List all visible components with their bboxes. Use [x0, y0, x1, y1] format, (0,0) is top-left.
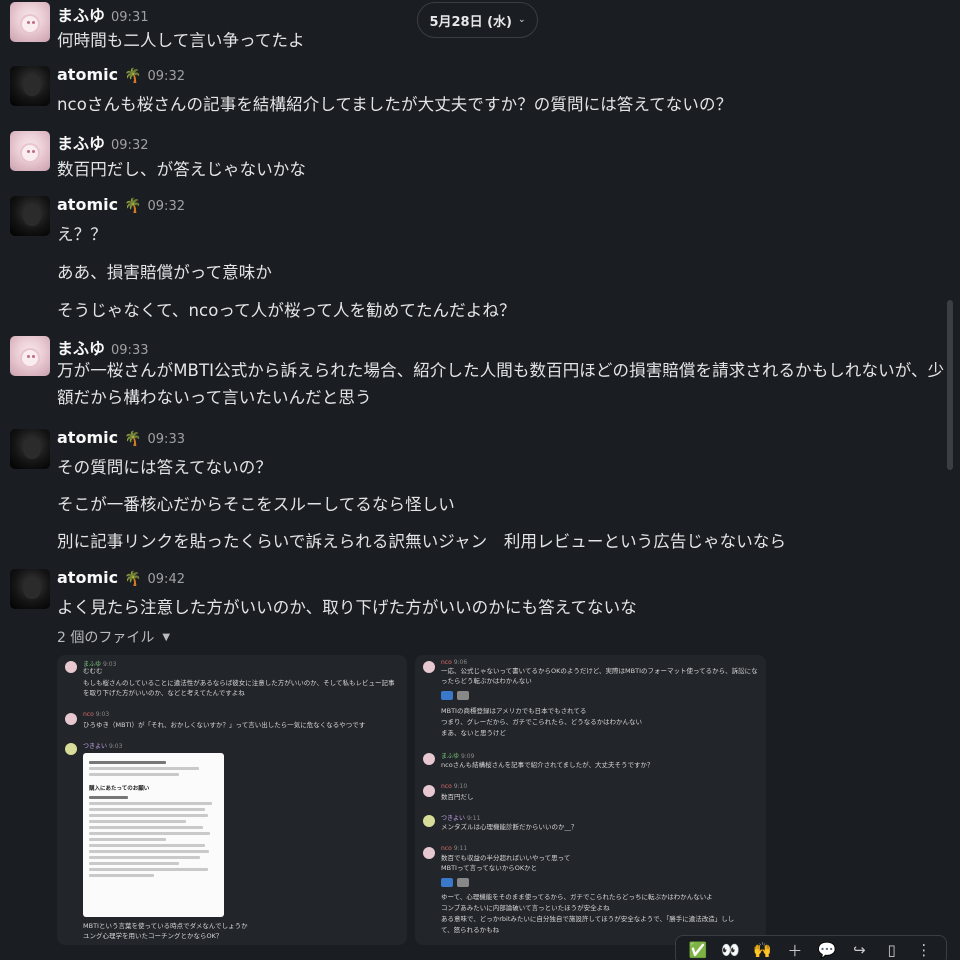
- share-icon[interactable]: ↪: [848, 941, 870, 959]
- raised-hands-react-icon[interactable]: 🙌: [752, 941, 774, 959]
- message-text: よく見たら注意した方がいいのか、取り下げた方がいいのかにも答えてないな: [57, 598, 637, 617]
- author-name[interactable]: atomic: [57, 195, 118, 214]
- message-text: その質問には答えてないの？: [57, 458, 272, 477]
- author-name[interactable]: まふゆ: [57, 335, 105, 359]
- attachment-text: ひろゆき（MBTI）が「それ、おかしくないすか？」って言い出したら一気に危なくな…: [83, 721, 366, 729]
- reply-thread-icon[interactable]: 💬: [816, 941, 838, 959]
- attachment-author: つきよい 9:11: [441, 815, 481, 822]
- message-group: まふゆ 09:32 数百円だし、が答えじゃないかな: [0, 127, 955, 187]
- caret-down-icon: ▼: [162, 631, 171, 643]
- author-name[interactable]: atomic: [57, 65, 118, 84]
- attachment-text: もしも桜さんのしていることに違法性があるならば彼女に注意した方がいいのか、そして…: [83, 679, 395, 687]
- attachment-text: ncoさんも結構桜さんを記事で紹介されてましたが、大丈夫そうですか？: [441, 761, 654, 769]
- message-group: まふゆ 09:33 万が一桜さんがMBTI公式から訴えられた場合、紹介した人間も…: [0, 332, 955, 417]
- palm-tree-icon: 🌴: [124, 198, 142, 214]
- message-group: atomic 🌴 09:42 よく見たら注意した方がいいのか、取り下げた方がいい…: [0, 565, 955, 625]
- timestamp[interactable]: 09:32: [148, 69, 185, 84]
- bookmark-icon[interactable]: ▯: [881, 941, 903, 959]
- attachment-author: nco 9:06: [441, 659, 468, 666]
- message-group: atomic 🌴 09:32 え？？ ああ、損害賠償がって意味か そうじゃなくて…: [0, 192, 955, 327]
- document-title: 購入にあたってのお願い: [89, 786, 150, 792]
- attachment-author: nco 9:11: [441, 845, 468, 852]
- avatar: [423, 815, 435, 827]
- attachment-text: MBTIって言ってないからOKかと: [441, 864, 538, 872]
- author-name[interactable]: atomic: [57, 428, 118, 447]
- attachment-text: ゆーて、心理機能をそのまま使ってるから、ガチでこられたらどっちに転ぶかはわかんな…: [441, 893, 713, 901]
- palm-tree-icon: 🌴: [124, 431, 142, 447]
- timestamp[interactable]: 09:31: [111, 10, 148, 25]
- avatar[interactable]: [10, 131, 50, 171]
- avatar[interactable]: [10, 66, 50, 106]
- reactions[interactable]: [441, 691, 469, 700]
- avatar[interactable]: [10, 196, 50, 236]
- message-group: atomic 🌴 09:33 その質問には答えてないの？ そこが一番核心だからそ…: [0, 425, 955, 560]
- reactions[interactable]: [441, 878, 469, 887]
- author-name[interactable]: まふゆ: [57, 130, 105, 154]
- avatar: [423, 847, 435, 859]
- message-text: 別に記事リンクを貼ったくらいで訴えられる訳無いジャン 利用レビューという広告じゃ…: [57, 532, 787, 551]
- avatar: [423, 661, 435, 673]
- message-group: atomic 🌴 09:32 ncoさんも桜さんの記事を結構紹介してましたが大丈…: [0, 62, 955, 122]
- attachment-text: ユング心理学を用いたコーチングとかならOK？: [83, 932, 223, 940]
- scrollbar-thumb[interactable]: [947, 300, 953, 470]
- add-reaction-icon[interactable]: ＋: [784, 940, 806, 960]
- palm-tree-icon: 🌴: [124, 571, 142, 587]
- document-image: 購入にあたってのお願い: [83, 753, 224, 917]
- attachment-text: コンブあみたいに内部論破いて言っといたほうが安全よね: [441, 904, 610, 912]
- author-name[interactable]: まふゆ: [57, 2, 105, 26]
- attachment-author: つきよい 9:03: [83, 743, 123, 750]
- attachment-text: むむむ: [83, 667, 103, 675]
- eyes-react-icon[interactable]: 👀: [719, 941, 741, 959]
- avatar: [423, 785, 435, 797]
- image-attachment-1[interactable]: まふゆ 9:03 むむむ もしも桜さんのしていることに違法性があるならば彼女に注…: [57, 655, 407, 945]
- avatar[interactable]: [10, 569, 50, 609]
- avatar: [65, 713, 77, 725]
- author-name[interactable]: atomic: [57, 568, 118, 587]
- attachment-text: まあ、ないと思うけど: [441, 729, 506, 737]
- attachment-author: まふゆ 9:09: [441, 753, 475, 760]
- timestamp[interactable]: 09:32: [148, 199, 185, 214]
- message-text: そこが一番核心だからそこをスルーしてるなら怪しい: [57, 495, 455, 514]
- attachment-text: 数百でも収益の半分超ればいいやって思って: [441, 854, 571, 862]
- image-attachment-2[interactable]: nco 9:06 一応、公式じゃないって書いてるからOKのようだけど、実際はMB…: [415, 655, 766, 945]
- message-text: え？？: [57, 225, 107, 244]
- message-text: 何時間も二人して言い争ってたよ: [57, 31, 305, 50]
- more-actions-icon[interactable]: ⋮: [913, 941, 935, 959]
- timestamp[interactable]: 09:33: [148, 432, 185, 447]
- attachment-text: メンタズルは心理機能診断だからいいのか__？: [441, 823, 578, 831]
- attachment-text: を取り下げた方がいいのか、などと考えてたんですよね: [83, 689, 245, 697]
- timestamp[interactable]: 09:42: [148, 572, 185, 587]
- message-text: 数百円だし、が答えじゃないかな: [57, 160, 306, 179]
- attachment-text: ある意味で、どっかrbitみたいに自分独自で施設許してほうが安全なようで、「勝手…: [441, 915, 735, 923]
- checkmark-react-icon[interactable]: ✅: [687, 941, 709, 959]
- message-text: 万が一桜さんがMBTI公式から訴えられた場合、紹介した人間も数百円ほどの損害賠償…: [57, 361, 945, 407]
- message-text: ncoさんも桜さんの記事を結構紹介してましたが大丈夫ですか？の質問には答えてない…: [57, 95, 733, 114]
- attachment-author: nco 9:10: [441, 783, 468, 790]
- files-toggle[interactable]: 2 個のファイル ▼: [57, 627, 170, 647]
- avatar: [65, 743, 77, 755]
- attachment-text: 一応、公式じゃないって書いてるからOKのようだけど、実際はMBTIのフォーマット…: [441, 667, 758, 675]
- avatar: [423, 753, 435, 765]
- message-group: まふゆ 09:31 何時間も二人して言い争ってたよ: [0, 0, 955, 50]
- timestamp[interactable]: 09:33: [111, 343, 148, 358]
- files-label: 2 個のファイル: [57, 630, 155, 646]
- timestamp[interactable]: 09:32: [111, 138, 148, 153]
- message-text: ああ、損害賠償がって意味か: [57, 263, 272, 282]
- attachment-text: ったらどう転ぶかはわかんない: [441, 677, 532, 685]
- avatar[interactable]: [10, 429, 50, 469]
- attachment-text: て、怒られるかもね: [441, 926, 500, 934]
- attachment-text: 数百円だし: [441, 793, 474, 801]
- palm-tree-icon: 🌴: [124, 68, 142, 84]
- attachment-text: MBTIという言葉を使っている時点でダメなんでしょうか: [83, 922, 248, 930]
- attachment-text: つまり、グレーだから、ガチでこられたら、どうなるかはわかんない: [441, 718, 642, 726]
- attachment-author: nco 9:03: [83, 711, 110, 718]
- attachment-text: MBTIの商標登録はアメリカでも日本でもされてる: [441, 707, 587, 715]
- message-actions-toolbar: ✅ 👀 🙌 ＋ 💬 ↪ ▯ ⋮: [675, 935, 947, 960]
- avatar[interactable]: [10, 2, 50, 42]
- avatar: [65, 661, 77, 673]
- message-text: そうじゃなくて、ncoって人が桜って人を勧めてたんだよね？: [57, 301, 516, 320]
- avatar[interactable]: [10, 336, 50, 376]
